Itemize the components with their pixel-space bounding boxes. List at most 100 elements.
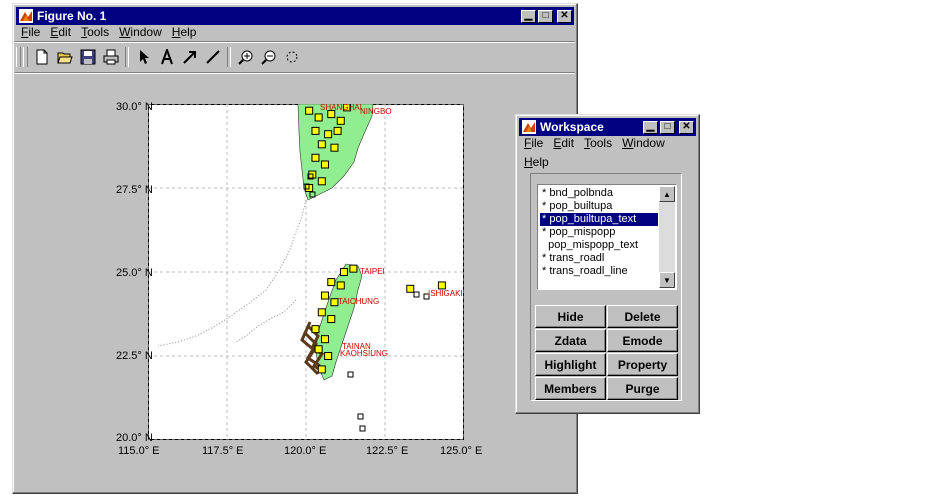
workspace-titlebar[interactable]: Workspace ▁ □ ✕ xyxy=(519,118,696,136)
ws-menu-tools-label: ools xyxy=(590,136,613,150)
workspace-menubar: File Edit Tools Window Help xyxy=(519,135,699,170)
settlement-marker xyxy=(324,130,333,139)
insert-text-button[interactable] xyxy=(155,46,178,68)
rotate-button[interactable] xyxy=(280,46,303,68)
rotate-icon xyxy=(286,51,297,63)
menu-help[interactable]: Help xyxy=(167,24,202,40)
toolbar-grip[interactable] xyxy=(16,47,21,67)
figure-titlebar[interactable]: Figure No. 1 ▁ □ ✕ xyxy=(16,7,574,25)
settlement-marker xyxy=(324,352,333,360)
layer-listbox[interactable]: * bnd_polbnda * pop_builtupa * pop_built… xyxy=(537,184,677,290)
toolbar-separator xyxy=(125,47,129,67)
close-button[interactable]: ✕ xyxy=(679,120,694,134)
print-icon xyxy=(103,49,118,65)
x-tick-label: 125.0° E xyxy=(440,445,483,457)
x-tick-label: 120.0° E xyxy=(284,445,327,457)
layer-item[interactable]: * trans_roadl_line xyxy=(540,265,658,278)
settlement-marker xyxy=(314,345,323,354)
members-button[interactable]: Members xyxy=(535,377,606,400)
menu-window-mnemonic: W xyxy=(119,25,131,39)
scroll-down-button[interactable]: ▼ xyxy=(659,272,675,288)
emode-button[interactable]: Emode xyxy=(607,329,678,352)
new-file-icon xyxy=(36,49,47,65)
map-svg: SHANGHAI NINGBO TAIPEI TAICHUNG TAINAN K… xyxy=(147,103,465,441)
minimize-button[interactable]: ▁ xyxy=(521,9,536,23)
maximize-button[interactable]: □ xyxy=(538,9,553,23)
ws-menu-window[interactable]: Window xyxy=(617,135,670,151)
ws-menu-file-label: ile xyxy=(531,136,544,150)
settlement-marker xyxy=(330,298,339,307)
scroll-up-button[interactable]: ▲ xyxy=(659,186,675,202)
hide-button[interactable]: Hide xyxy=(535,305,606,328)
print-button[interactable] xyxy=(99,46,122,68)
property-button[interactable]: Property xyxy=(607,353,678,376)
arrow-up-icon: ▲ xyxy=(663,189,671,199)
maximize-button[interactable]: □ xyxy=(660,120,675,134)
zoom-in-button[interactable] xyxy=(234,46,257,68)
ws-menu-window-mnemonic: W xyxy=(622,136,634,150)
arrow-insert-icon xyxy=(182,51,196,64)
settlement-marker xyxy=(327,315,336,324)
menu-tools-label: ools xyxy=(87,25,110,39)
maximize-icon: □ xyxy=(542,10,549,21)
map-label-taipei: TAIPEI xyxy=(360,267,385,276)
menu-tools[interactable]: Tools xyxy=(76,24,114,40)
select-button[interactable] xyxy=(132,46,155,68)
layer-item[interactable]: pop_mispopp_text xyxy=(540,239,658,252)
layer-item[interactable]: * pop_builtupa xyxy=(540,200,658,213)
settlement-marker xyxy=(305,106,314,115)
workspace-button-grid: Hide Delete Zdata Emode Highlight Proper… xyxy=(535,305,678,400)
arrow-down-icon: ▼ xyxy=(663,275,671,285)
matlab-logo-icon xyxy=(522,120,536,134)
layer-item[interactable]: * trans_roadl xyxy=(540,252,658,265)
menu-edit-label: dit xyxy=(58,25,72,39)
map-label-kaohsiung: KAOHSIUNG xyxy=(340,349,388,358)
ws-menu-edit[interactable]: Edit xyxy=(548,135,579,151)
minimize-icon: ▁ xyxy=(646,121,655,132)
line-insert-icon xyxy=(205,50,220,64)
layer-list: * bnd_polbnda * pop_builtupa * pop_built… xyxy=(540,187,658,278)
settlement-marker xyxy=(320,335,329,344)
settlement-marker xyxy=(317,365,326,374)
layer-item[interactable]: * bnd_polbnda xyxy=(540,187,658,200)
toolbar-grip-2[interactable] xyxy=(23,47,28,67)
figure-menubar: File Edit Tools Window Help xyxy=(16,24,201,40)
new-button[interactable] xyxy=(30,46,53,68)
purge-button[interactable]: Purge xyxy=(607,377,678,400)
insert-arrow-button[interactable] xyxy=(178,46,201,68)
maximize-icon: □ xyxy=(664,121,671,132)
delete-button[interactable]: Delete xyxy=(607,305,678,328)
settlement-marker xyxy=(311,153,320,162)
settlement-marker xyxy=(317,177,326,186)
toolbar-separator-2 xyxy=(227,47,231,67)
arrow-select-icon xyxy=(139,50,149,64)
y-tick-label: 22.5° N xyxy=(116,350,153,362)
settlement-marker xyxy=(437,281,446,290)
open-button[interactable] xyxy=(53,46,76,68)
minimize-button[interactable]: ▁ xyxy=(643,120,658,134)
settlement-marker xyxy=(314,113,323,122)
highlight-button[interactable]: Highlight xyxy=(535,353,606,376)
layer-list-scrollbar[interactable]: ▲ ▼ xyxy=(659,186,675,288)
map-axes[interactable]: SHANGHAI NINGBO TAIPEI TAICHUNG TAINAN K… xyxy=(147,103,465,441)
menu-edit[interactable]: Edit xyxy=(45,24,76,40)
ws-menu-help[interactable]: Help xyxy=(519,154,554,170)
zoom-out-button[interactable] xyxy=(257,46,280,68)
menu-window[interactable]: Window xyxy=(114,24,167,40)
settlement-marker xyxy=(311,126,320,135)
layer-item[interactable]: * pop_mispopp xyxy=(540,226,658,239)
y-tick-label: 30.0° N xyxy=(116,101,153,113)
settlement-marker xyxy=(317,140,326,149)
ws-menu-file[interactable]: File xyxy=(519,135,548,151)
zoom-out-icon xyxy=(260,50,275,65)
close-button[interactable]: ✕ xyxy=(557,9,572,23)
map-label-ishigaki: ISHIGAKI xyxy=(428,289,463,298)
zdata-button[interactable]: Zdata xyxy=(535,329,606,352)
save-button[interactable] xyxy=(76,46,99,68)
menubar-divider xyxy=(15,41,575,43)
menu-file[interactable]: File xyxy=(16,24,45,40)
layer-item-selected[interactable]: * pop_builtupa_text xyxy=(540,213,658,226)
insert-line-button[interactable] xyxy=(201,46,224,68)
ws-menu-tools[interactable]: Tools xyxy=(579,135,617,151)
map-label-taichung: TAICHUNG xyxy=(338,297,379,306)
